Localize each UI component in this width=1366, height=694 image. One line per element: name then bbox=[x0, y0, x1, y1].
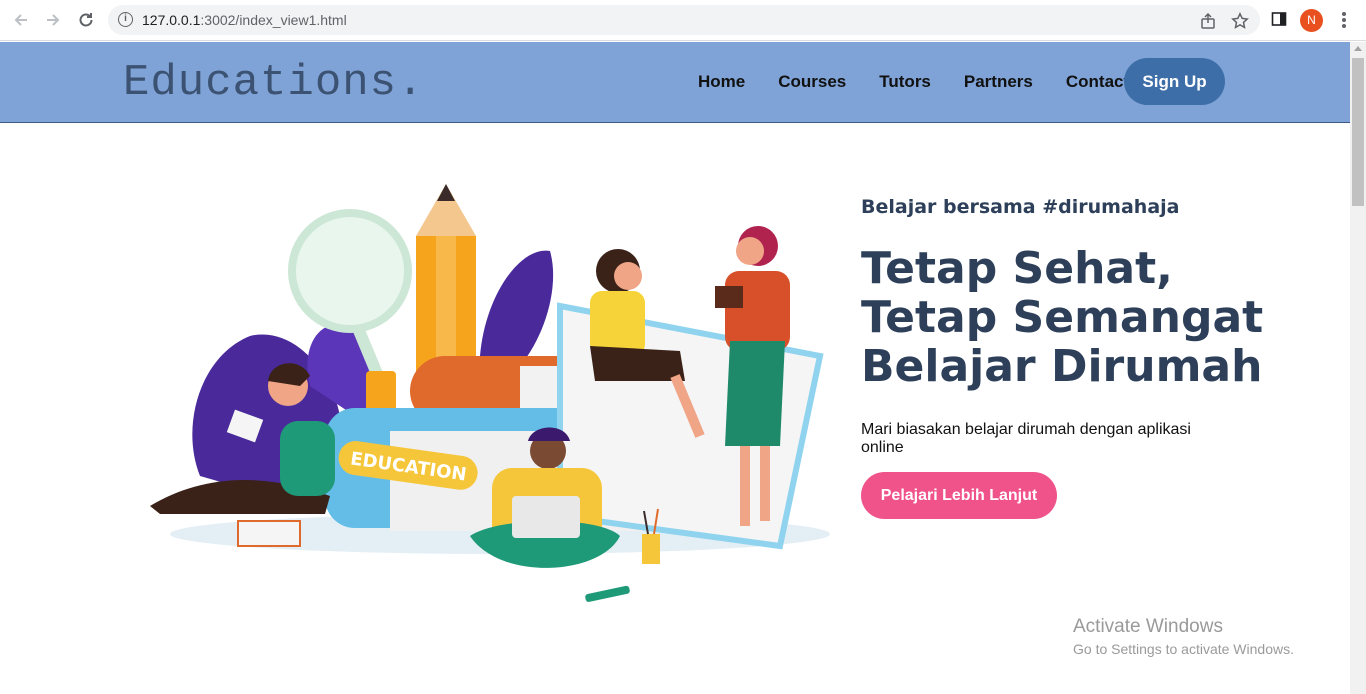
hero-headline: Tetap Sehat, Tetap Semangat Belajar Diru… bbox=[861, 244, 1281, 391]
reload-icon[interactable] bbox=[74, 8, 98, 32]
learn-more-button[interactable]: Pelajari Lebih Lanjut bbox=[861, 472, 1057, 519]
nav-home[interactable]: Home bbox=[698, 72, 745, 92]
headline-line-3: Belajar Dirumah bbox=[861, 341, 1263, 392]
nav-tutors[interactable]: Tutors bbox=[879, 72, 931, 92]
address-bar[interactable]: i 127.0.0.1:3002/index_view1.html bbox=[108, 5, 1260, 35]
nav-courses[interactable]: Courses bbox=[778, 72, 846, 92]
hero-illustration: EDUCATION bbox=[140, 176, 840, 616]
scroll-up-icon[interactable] bbox=[1354, 46, 1362, 51]
share-icon[interactable] bbox=[1199, 12, 1217, 30]
main-nav: Home Courses Tutors Partners Contact bbox=[698, 42, 1145, 122]
side-panel-icon[interactable] bbox=[1271, 11, 1289, 29]
scrollbar-thumb[interactable] bbox=[1352, 58, 1364, 206]
activate-windows-watermark: Activate Windows Go to Settings to activ… bbox=[1073, 616, 1294, 657]
site-header: Educations. Home Courses Tutors Partners… bbox=[0, 42, 1350, 123]
url-host: 127.0.0.1 bbox=[142, 12, 201, 28]
url-path: :3002/index_view1.html bbox=[200, 12, 347, 28]
back-icon[interactable] bbox=[9, 8, 33, 32]
headline-line-1: Tetap Sehat, bbox=[861, 243, 1173, 294]
forward-icon[interactable] bbox=[41, 8, 65, 32]
more-menu-icon[interactable] bbox=[1338, 10, 1350, 30]
site-info-icon[interactable]: i bbox=[118, 12, 133, 27]
url-text[interactable]: 127.0.0.1:3002/index_view1.html bbox=[142, 12, 347, 28]
profile-avatar[interactable]: N bbox=[1300, 9, 1323, 32]
watermark-subtitle: Go to Settings to activate Windows. bbox=[1073, 641, 1294, 657]
browser-toolbar: i 127.0.0.1:3002/index_view1.html N bbox=[0, 0, 1366, 41]
bookmark-star-icon[interactable] bbox=[1231, 12, 1249, 30]
hero-eyebrow: Belajar bersama #dirumahaja bbox=[861, 196, 1180, 218]
sign-up-button[interactable]: Sign Up bbox=[1124, 58, 1225, 105]
watermark-title: Activate Windows bbox=[1073, 616, 1223, 637]
headline-line-2: Tetap Semangat bbox=[861, 292, 1264, 343]
site-logo[interactable]: Educations. bbox=[123, 58, 424, 108]
nav-contact[interactable]: Contact bbox=[1066, 72, 1129, 92]
page-scrollbar[interactable] bbox=[1350, 42, 1366, 694]
nav-partners[interactable]: Partners bbox=[964, 72, 1033, 92]
hero-description: Mari biasakan belajar dirumah dengan apl… bbox=[861, 421, 1191, 456]
